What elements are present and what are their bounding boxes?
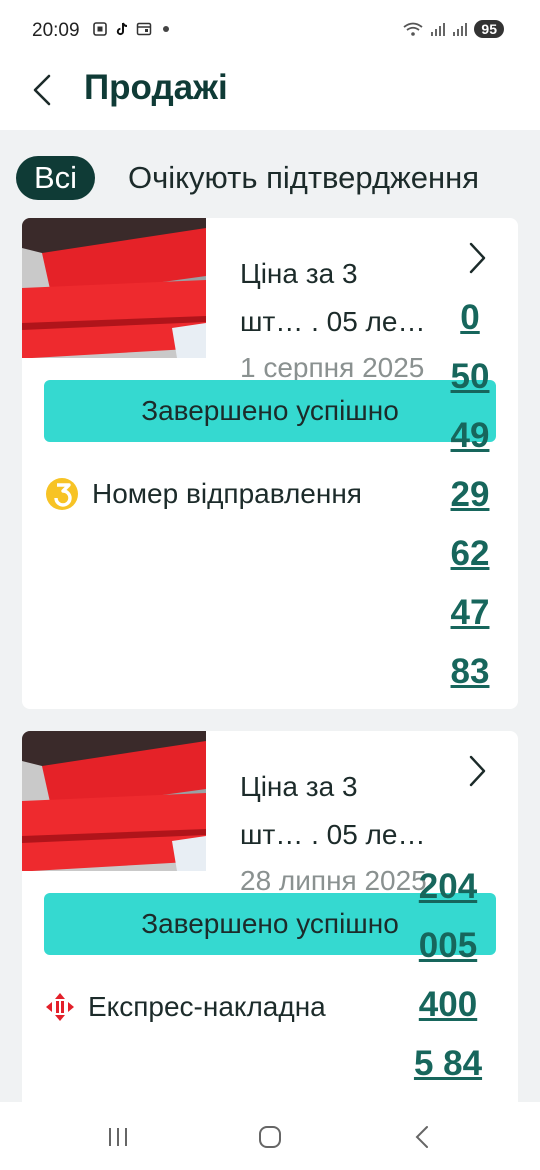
nova-poshta-icon	[46, 993, 74, 1021]
tracking-part: 50	[450, 357, 490, 396]
order-title-line-2: шт… . 05 ле…	[240, 819, 426, 850]
tracking-part: 62	[450, 534, 490, 573]
recents-button[interactable]	[98, 1122, 138, 1152]
recents-icon	[109, 1128, 127, 1146]
back-icon	[415, 1126, 428, 1148]
open-order-button[interactable]	[466, 240, 488, 276]
filter-all[interactable]: Всі	[16, 156, 96, 200]
status-bar: 20:09 95	[0, 0, 540, 64]
status-badge: Завершено успішно	[44, 380, 496, 442]
product-image	[22, 218, 206, 358]
page-title: Продажі	[84, 68, 228, 107]
tiktok-icon	[114, 21, 130, 37]
order-title: Ціна за 3 шт… . 05 лe…	[240, 250, 448, 346]
tracking-part: 400	[418, 985, 478, 1024]
tracking-number-link[interactable]: 204 005 400 5 84	[406, 857, 490, 1093]
chevron-left-icon	[33, 74, 51, 106]
delivery-label: Номер відправлення	[92, 478, 362, 509]
tracking-part: 47	[450, 593, 490, 632]
signal-icon	[430, 21, 446, 37]
battery-indicator: 95	[474, 20, 504, 38]
filter-awaiting-confirmation[interactable]: Очікують підтвердження	[128, 156, 479, 200]
system-nav-bar	[0, 1102, 540, 1170]
home-icon	[259, 1126, 281, 1148]
open-order-button[interactable]	[466, 753, 488, 789]
order-title-line-2: шт… . 05 лe…	[240, 306, 426, 337]
app-header: Продажі	[0, 58, 540, 130]
product-image	[22, 731, 206, 871]
back-button[interactable]	[24, 70, 60, 110]
nav-back-button[interactable]	[402, 1122, 442, 1152]
tracking-part: 83	[450, 652, 490, 691]
order-title-line-1: Ціна за 3	[240, 258, 358, 289]
delivery-info: Номер відправлення	[44, 474, 362, 514]
tracking-part: 5 84	[413, 1044, 483, 1083]
dot-icon	[158, 21, 174, 37]
tracking-part: 29	[450, 475, 490, 514]
notification-icons	[92, 21, 174, 37]
tracking-part: 005	[418, 926, 478, 965]
chevron-right-icon	[469, 242, 486, 274]
delivery-info: Експрес-накладна	[44, 987, 326, 1027]
signal-icon-2	[452, 21, 468, 37]
order-card[interactable]: Ціна за 3 шт… . 05 лe… 1 серпня 2025 Зав…	[22, 218, 518, 709]
tracking-part: 49	[450, 416, 490, 455]
tracking-number-link[interactable]: 0 50 49 29 62 47 83	[442, 288, 498, 701]
status-time: 20:09	[32, 20, 80, 41]
order-card[interactable]: Ціна за 3 шт… . 05 ле… 28 липня 2025 Зав…	[22, 731, 518, 1102]
filter-tabs: Всі Очікують підтвердження	[0, 154, 540, 202]
system-icons: 95	[402, 20, 504, 38]
ukrposhta-icon	[46, 478, 78, 510]
chevron-right-icon	[469, 755, 486, 787]
calendar-icon	[136, 21, 152, 37]
order-title-line-1: Ціна за 3	[240, 771, 358, 802]
screenshot-icon	[92, 21, 108, 37]
home-button[interactable]	[250, 1122, 290, 1152]
order-title: Ціна за 3 шт… . 05 ле…	[240, 763, 448, 859]
wifi-icon	[402, 21, 424, 37]
tracking-part: 204	[418, 867, 478, 906]
delivery-label: Експрес-накладна	[88, 991, 326, 1022]
orders-list[interactable]: Всі Очікують підтвердження Ціна за 3 шт……	[0, 130, 540, 1102]
tracking-part: 0	[460, 298, 480, 337]
